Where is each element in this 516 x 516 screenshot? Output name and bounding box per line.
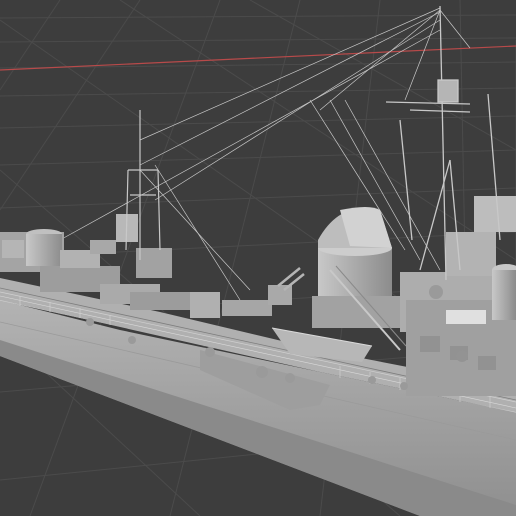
main-funnel xyxy=(312,207,407,351)
3d-viewport[interactable] xyxy=(0,0,516,516)
x-axis-line xyxy=(0,45,516,71)
viewport-canvas[interactable] xyxy=(0,0,516,516)
aa-gun-mount xyxy=(268,267,305,305)
rigging-lines xyxy=(59,7,471,301)
